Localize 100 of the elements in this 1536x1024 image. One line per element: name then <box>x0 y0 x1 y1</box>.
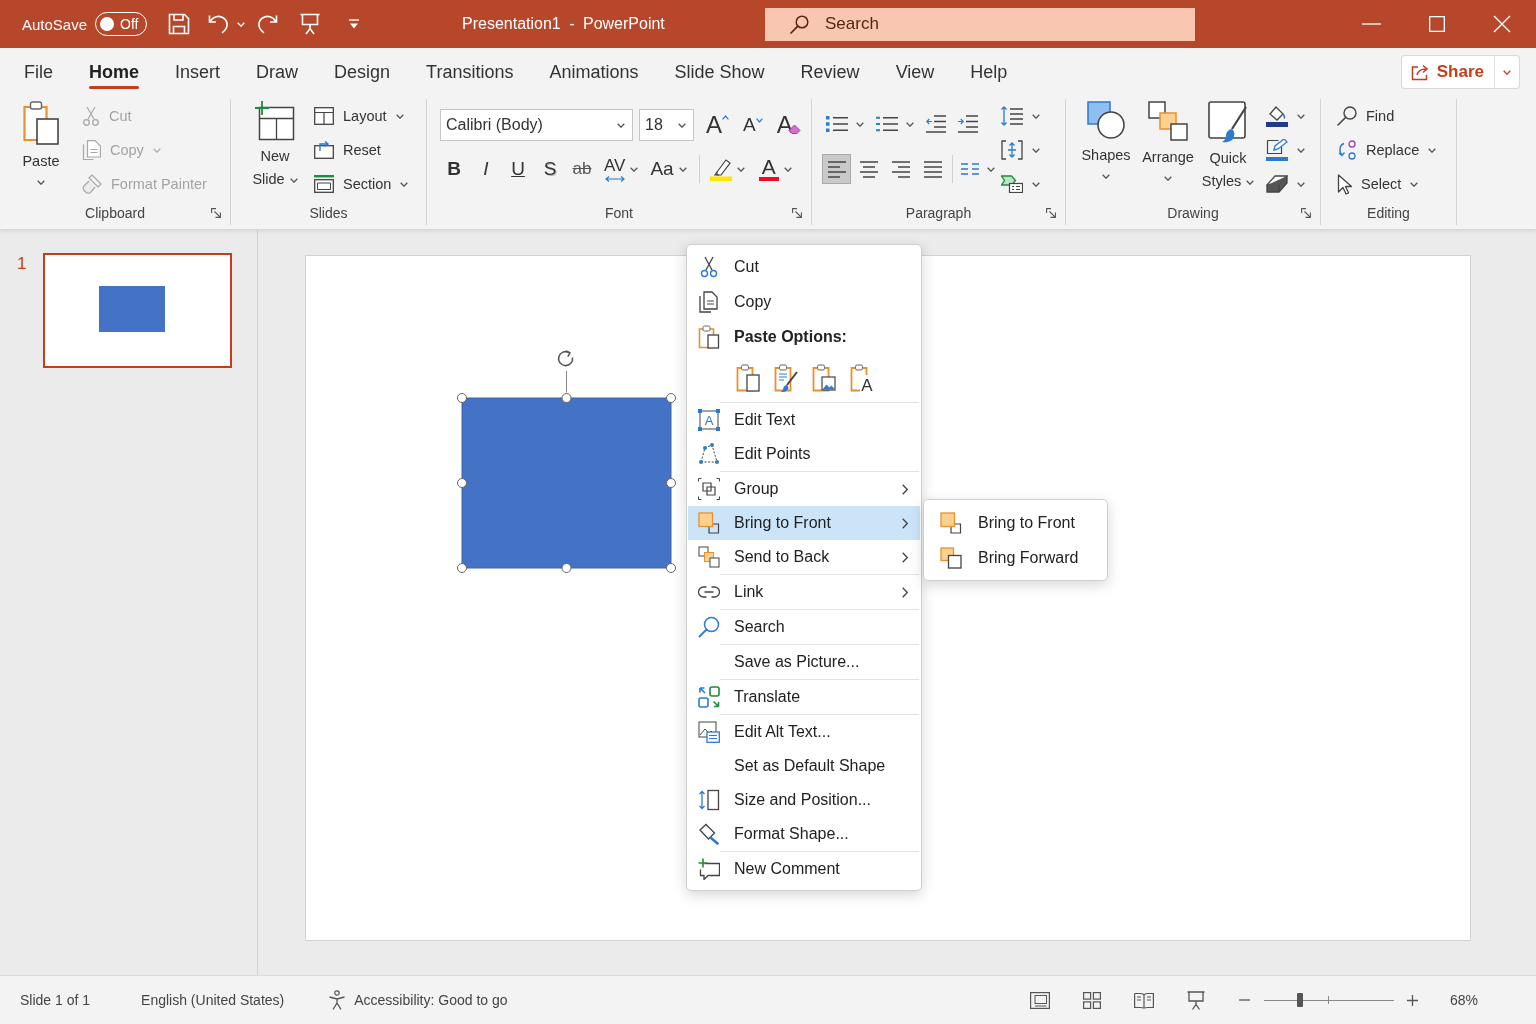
chevron-down-icon <box>1032 147 1040 153</box>
menu-item[interactable]: A Edit Text <box>688 403 920 437</box>
rotate-handle-icon[interactable] <box>557 350 574 393</box>
paste-button[interactable]: Paste <box>18 99 64 185</box>
menu-item[interactable]: Search <box>688 610 920 644</box>
reading-view-icon[interactable] <box>1133 991 1154 1009</box>
ribbon-tab[interactable]: Review <box>782 48 878 96</box>
text-shadow-button[interactable]: S <box>536 154 564 184</box>
zoom-slider-thumb[interactable] <box>1297 993 1304 1007</box>
menu-item[interactable]: Send to Back <box>688 540 920 574</box>
paste-brush-icon[interactable] <box>774 364 798 392</box>
shrink-font-button[interactable]: A <box>739 109 767 141</box>
ribbon-tab[interactable]: Design <box>316 48 409 96</box>
menu-item[interactable]: Set as Default Shape <box>688 749 920 783</box>
chevron-down-icon <box>1032 113 1040 119</box>
underline-button[interactable]: U <box>504 154 532 184</box>
line-spacing-icon <box>1001 106 1023 126</box>
slide-thumbnail[interactable] <box>43 253 232 368</box>
autosave-label: AutoSave <box>22 15 88 33</box>
arrange-button[interactable]: Arrange <box>1140 99 1196 181</box>
dialog-launcher-icon[interactable] <box>792 208 802 218</box>
menu-item[interactable]: Bring to Front <box>688 506 920 540</box>
accessibility-button[interactable]: Accessibility: Good to go <box>328 990 508 1010</box>
chevron-down-icon <box>617 122 625 128</box>
menu-item[interactable]: Save as Picture... <box>688 645 920 679</box>
redo-icon[interactable] <box>256 14 279 34</box>
menu-item[interactable]: Bring to Front <box>924 505 1107 540</box>
copy-icon <box>698 290 720 313</box>
font-color-button[interactable]: A <box>756 154 794 184</box>
normal-view-icon[interactable] <box>1029 991 1050 1009</box>
menu-item[interactable]: Link <box>688 575 920 609</box>
bold-button[interactable]: B <box>440 154 468 184</box>
menu-item[interactable]: Cut <box>688 249 920 284</box>
paste-keep-format-icon[interactable] <box>736 364 760 392</box>
slide-show-icon[interactable] <box>1186 990 1205 1010</box>
section-button[interactable]: Section <box>311 167 412 201</box>
font-size-field[interactable]: 18 <box>639 109 694 141</box>
change-case-button[interactable]: Aa <box>646 154 691 184</box>
bring-forward-icon <box>940 546 962 569</box>
menu-item[interactable]: New Comment <box>688 852 920 886</box>
grow-font-button[interactable]: A <box>702 109 733 141</box>
select-button[interactable]: Select <box>1334 167 1440 201</box>
paintbrush-icon <box>82 174 102 194</box>
menu-item[interactable]: Size and Position... <box>688 783 920 817</box>
share-button[interactable]: Share <box>1400 55 1494 89</box>
slide-counter: Slide 1 of 1 <box>20 992 91 1008</box>
ribbon-tab[interactable]: Animations <box>531 48 657 96</box>
menu-item[interactable]: Group <box>688 472 920 506</box>
reset-icon <box>314 141 334 159</box>
format-brush-icon <box>698 823 720 845</box>
menu-item[interactable]: Translate <box>688 680 920 714</box>
dialog-launcher-icon[interactable] <box>211 208 221 218</box>
reset-button[interactable]: Reset <box>311 133 412 167</box>
new-slide-icon <box>255 101 295 141</box>
ribbon-tab[interactable]: View <box>877 48 953 96</box>
layout-button[interactable]: Layout <box>311 99 412 133</box>
strikethrough-button[interactable]: ab <box>568 154 596 184</box>
font-name-field[interactable]: Calibri (Body) <box>440 109 633 141</box>
shape-effects-icon <box>1266 175 1288 193</box>
menu-item[interactable]: Edit Alt Text... <box>688 715 920 749</box>
quick-styles-button[interactable]: Quick Styles <box>1200 99 1256 193</box>
text-align-icon <box>1001 140 1023 160</box>
highlighter-icon <box>709 157 732 181</box>
ribbon-tab[interactable]: Insert <box>157 48 239 96</box>
ribbon-tab[interactable]: File <box>6 48 71 96</box>
align-left-button[interactable] <box>822 154 851 184</box>
ribbon-tab[interactable]: Draw <box>238 48 317 96</box>
italic-button[interactable]: I <box>472 154 500 184</box>
ribbon-tab[interactable]: Help <box>952 48 1026 96</box>
new-slide-button[interactable]: New Slide <box>247 99 303 191</box>
ribbon-tab[interactable]: Transitions <box>408 48 532 96</box>
menu-item[interactable]: Bring Forward <box>924 540 1107 575</box>
presentation-board-icon[interactable] <box>300 13 321 35</box>
zoom-in-icon[interactable] <box>1406 994 1418 1006</box>
ribbon-tab[interactable]: Slide Show <box>656 48 783 96</box>
chevron-down-icon <box>289 177 298 183</box>
dialog-launcher-icon[interactable] <box>1046 208 1056 218</box>
paste-picture-icon[interactable] <box>812 364 836 392</box>
menu-item[interactable]: Edit Points <box>688 437 920 471</box>
alt-text-icon <box>698 721 720 743</box>
chevron-down-icon <box>678 122 686 128</box>
close-icon[interactable] <box>1492 15 1511 33</box>
replace-button[interactable]: Replace <box>1334 133 1440 167</box>
slide-sorter-icon[interactable] <box>1082 991 1101 1009</box>
clear-formatting-button[interactable]: A <box>772 109 805 141</box>
color-bar-icon <box>758 177 779 181</box>
menu-item[interactable]: Copy <box>688 284 920 319</box>
dialog-launcher-icon[interactable] <box>1301 208 1311 218</box>
shapes-button[interactable]: Shapes <box>1080 99 1132 179</box>
find-button[interactable]: Find <box>1334 99 1440 133</box>
maximize-icon[interactable] <box>1428 16 1445 32</box>
save-icon[interactable] <box>168 13 191 35</box>
customize-menu-icon[interactable] <box>348 19 361 29</box>
ribbon-tab[interactable]: Home <box>71 48 158 96</box>
section-icon <box>314 175 334 193</box>
undo-icon[interactable] <box>208 14 231 34</box>
menu-item[interactable]: Format Shape... <box>688 817 920 851</box>
zoom-level[interactable]: 68% <box>1449 992 1478 1008</box>
increase-indent-icon <box>958 115 978 133</box>
character-spacing-button[interactable]: AV <box>600 154 643 184</box>
